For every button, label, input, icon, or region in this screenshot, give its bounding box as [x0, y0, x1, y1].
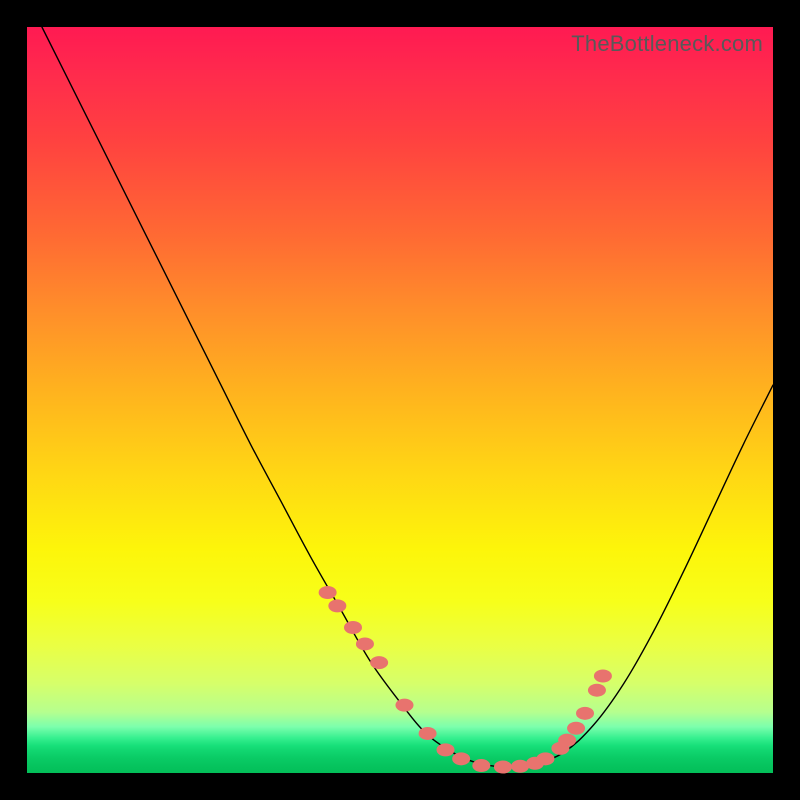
marker-dot	[356, 637, 374, 650]
chart-frame: TheBottleneck.com	[0, 0, 800, 800]
marker-dot	[395, 699, 413, 712]
marker-dot	[588, 684, 606, 697]
marker-dot	[419, 727, 437, 740]
marker-dot	[536, 752, 554, 765]
marker-dot	[370, 656, 388, 669]
salmon-markers	[319, 586, 612, 774]
plot-area: TheBottleneck.com	[27, 27, 773, 773]
marker-dot	[567, 722, 585, 735]
marker-dot	[437, 743, 455, 756]
marker-dot	[328, 599, 346, 612]
marker-dot	[558, 734, 576, 747]
marker-dot	[594, 670, 612, 683]
marker-dot	[576, 707, 594, 720]
marker-dot	[319, 586, 337, 599]
marker-dot	[494, 761, 512, 774]
curve-layer	[27, 27, 773, 773]
marker-dot	[344, 621, 362, 634]
marker-dot	[452, 752, 470, 765]
marker-dot	[472, 759, 490, 772]
bottleneck-curve	[42, 27, 773, 767]
